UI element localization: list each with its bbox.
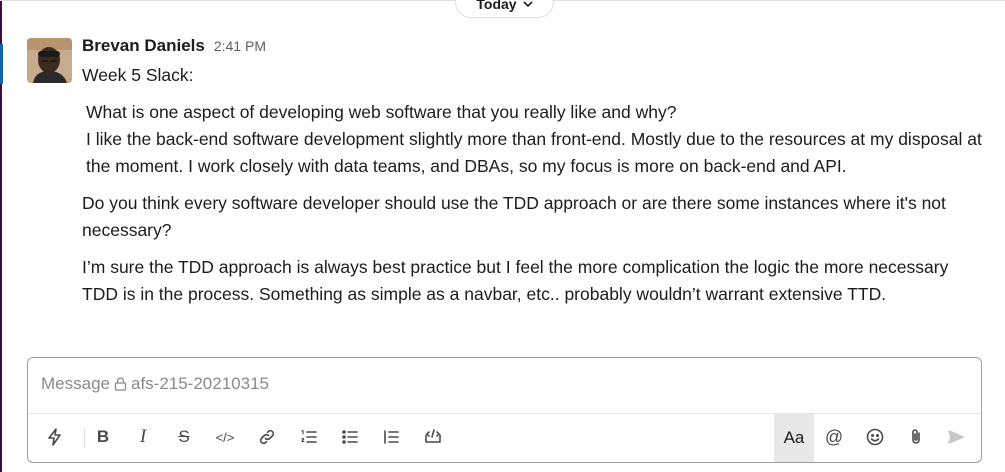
- message-paragraph: What is one aspect of developing web sof…: [86, 102, 677, 122]
- blockquote-icon: [384, 430, 399, 444]
- send-button[interactable]: [941, 422, 971, 452]
- message-hover-indicator: [0, 44, 3, 84]
- message-timestamp[interactable]: 2:41 PM: [214, 38, 266, 54]
- ordered-list-button[interactable]: [294, 422, 324, 452]
- bold-icon: B: [96, 427, 110, 446]
- bold-button[interactable]: B: [88, 422, 118, 452]
- message-placeholder: Message: [41, 374, 110, 393]
- message-paragraph: Do you think every software developer sh…: [82, 193, 946, 240]
- message-paragraph: I’m sure the TDD approach is always best…: [82, 257, 949, 304]
- message-composer: Message afs-215-20210315 B I S </> Aa @: [27, 357, 982, 463]
- message-input[interactable]: Message afs-215-20210315: [41, 374, 269, 394]
- avatar-image: [27, 38, 72, 83]
- message-paragraph: Week 5 Slack:: [82, 65, 194, 85]
- code-button[interactable]: </>: [210, 422, 240, 452]
- channel-name: afs-215-20210315: [130, 374, 269, 393]
- emoji-button[interactable]: [860, 422, 890, 452]
- day-divider-label: Today: [476, 0, 517, 12]
- attach-icon: [912, 429, 920, 444]
- lightning-icon: [48, 428, 61, 446]
- message-header: Brevan Daniels 2:41 PM: [82, 36, 266, 56]
- toolbar-divider: [84, 428, 85, 448]
- bulleted-list-icon: [342, 430, 358, 444]
- text-format-button[interactable]: Aa: [774, 414, 814, 462]
- link-button[interactable]: [252, 422, 282, 452]
- code-block-icon: [425, 429, 441, 443]
- day-divider-button[interactable]: Today: [455, 0, 554, 18]
- shortcuts-button[interactable]: [40, 422, 70, 452]
- formatting-toolbar: B I S </> Aa @: [28, 414, 981, 462]
- attach-button[interactable]: [901, 422, 931, 452]
- italic-button[interactable]: I: [128, 422, 158, 452]
- message-body: Week 5 Slack: What is one aspect of deve…: [82, 62, 982, 308]
- link-icon: [259, 429, 275, 445]
- mention-icon: @: [824, 426, 844, 447]
- lock-icon: [114, 377, 127, 391]
- blockquote-button[interactable]: [376, 422, 406, 452]
- strikethrough-button[interactable]: S: [169, 422, 199, 452]
- chevron-down-icon: [523, 1, 533, 8]
- send-icon: [948, 430, 964, 444]
- text-format-icon: Aa: [783, 428, 805, 447]
- italic-icon: I: [139, 426, 147, 447]
- emoji-icon: [866, 428, 884, 446]
- code-block-button[interactable]: [418, 422, 448, 452]
- strikethrough-icon: S: [178, 427, 190, 446]
- mention-button[interactable]: @: [819, 422, 849, 452]
- sender-name[interactable]: Brevan Daniels: [82, 36, 205, 56]
- message-paragraph: I like the back-end software development…: [86, 129, 982, 176]
- ordered-list-icon: [301, 429, 317, 443]
- bulleted-list-button[interactable]: [335, 422, 365, 452]
- avatar[interactable]: [27, 38, 72, 83]
- code-icon: </>: [215, 429, 235, 445]
